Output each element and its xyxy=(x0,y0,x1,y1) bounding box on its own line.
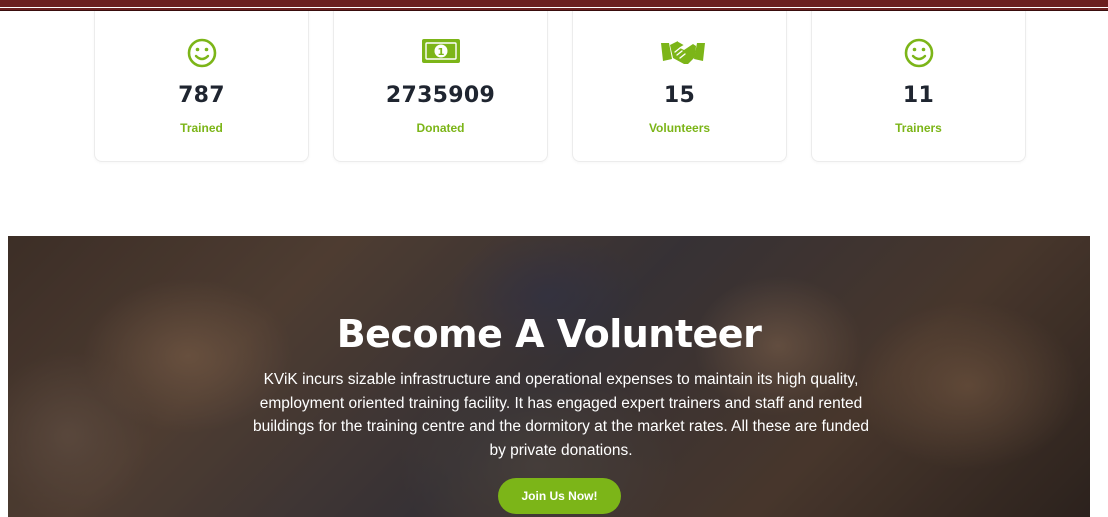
stat-label: Volunteers xyxy=(648,121,711,135)
join-us-button[interactable]: Join Us Now! xyxy=(498,478,621,514)
stat-label: Trainers xyxy=(895,121,942,135)
banner-edge xyxy=(1090,236,1108,517)
money-icon: 1 xyxy=(421,37,461,69)
volunteer-banner: Become A Volunteer KViK incurs sizable i… xyxy=(8,236,1090,517)
stat-card-trained: 787 Trained xyxy=(94,11,309,162)
stat-value: 15 xyxy=(663,83,696,108)
handshake-icon xyxy=(660,37,705,69)
stat-value: 11 xyxy=(902,83,935,108)
stat-label: Donated xyxy=(416,121,465,135)
smiley-icon xyxy=(182,37,222,69)
stat-value: 2735909 xyxy=(385,83,496,108)
svg-text:1: 1 xyxy=(437,47,444,58)
stat-label: Trained xyxy=(180,121,223,135)
stat-value: 787 xyxy=(178,83,225,108)
stat-card-trainers: 11 Trainers xyxy=(811,11,1026,162)
top-border xyxy=(0,0,1108,11)
stat-card-donated: 1 2735909 Donated xyxy=(333,11,548,162)
volunteer-title: Become A Volunteer xyxy=(336,312,762,356)
stat-card-volunteers: 15 Volunteers xyxy=(572,11,787,162)
volunteer-description: KViK incurs sizable infrastructure and o… xyxy=(252,371,870,459)
smiley-icon xyxy=(899,37,939,69)
stats-section: 787 Trained 1 2735909 Donated 15 Volunte… xyxy=(0,11,1108,163)
